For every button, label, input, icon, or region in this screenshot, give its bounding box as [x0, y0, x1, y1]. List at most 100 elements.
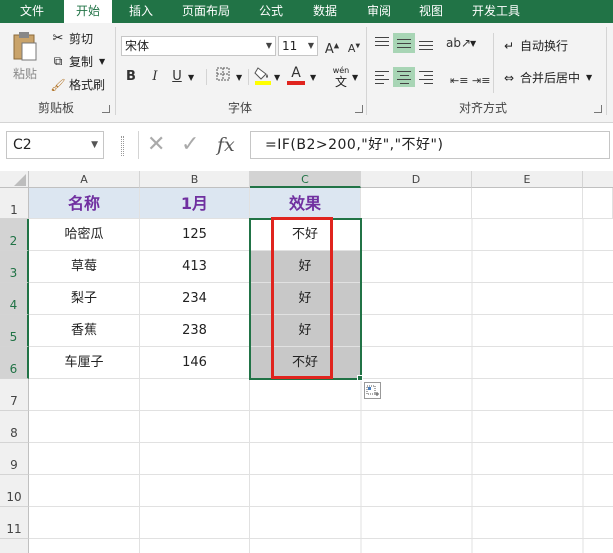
- align-right-icon: [419, 71, 433, 84]
- phonetic-icon: 文: [334, 75, 347, 89]
- format-painter-button[interactable]: 🖌 格式刷: [50, 76, 105, 93]
- decrease-indent-button[interactable]: ⇤≡: [446, 67, 468, 87]
- alignment-launcher-icon[interactable]: [594, 105, 602, 113]
- paintbrush-icon: 🖌: [50, 77, 66, 92]
- row-header-11[interactable]: 11: [0, 507, 29, 539]
- column-header-a[interactable]: A: [29, 171, 140, 188]
- clipboard-launcher-icon[interactable]: [102, 105, 110, 113]
- resize-handle[interactable]: [121, 136, 124, 156]
- chevron-down-icon[interactable]: ▼: [352, 73, 358, 82]
- tab-insert[interactable]: 插入: [116, 0, 166, 23]
- select-all-triangle-icon: [14, 174, 26, 186]
- wrap-text-button[interactable]: ↵ 自动换行: [500, 37, 568, 54]
- align-top-button[interactable]: [371, 33, 393, 53]
- insert-function-icon[interactable]: fx: [217, 131, 235, 159]
- italic-button[interactable]: I: [144, 67, 166, 87]
- underline-button[interactable]: U: [166, 67, 188, 87]
- quick-analysis-icon: [366, 385, 379, 396]
- column-header-c[interactable]: C: [250, 171, 361, 188]
- align-center-icon: [397, 71, 411, 84]
- phonetic-guide-button[interactable]: wén 文: [330, 66, 352, 88]
- copy-button[interactable]: ⧉ 复制 ▼: [50, 53, 105, 70]
- row-header-4[interactable]: 4: [0, 283, 29, 315]
- increase-indent-button[interactable]: ⇥≡: [468, 67, 490, 87]
- paint-bucket-icon: [254, 67, 271, 85]
- grow-font-icon: A▲: [324, 42, 340, 58]
- align-right-button[interactable]: [415, 67, 437, 87]
- chevron-down-icon[interactable]: ▼: [470, 39, 476, 48]
- enter-check-icon[interactable]: ✓: [181, 131, 199, 159]
- row-header-filler: [0, 539, 29, 553]
- row-header-9[interactable]: 9: [0, 443, 29, 475]
- font-color-icon: A: [291, 65, 301, 81]
- cell-f1[interactable]: [583, 188, 613, 219]
- ribbon-separator: [493, 33, 494, 93]
- tab-file[interactable]: 文件: [0, 0, 64, 23]
- align-left-button[interactable]: [371, 67, 393, 87]
- row-header-10[interactable]: 10: [0, 475, 29, 507]
- font-size-value: 11: [282, 39, 298, 53]
- cell-d1[interactable]: [361, 188, 472, 219]
- chevron-down-icon[interactable]: ▼: [188, 73, 194, 82]
- name-box[interactable]: C2 ▼: [6, 131, 104, 159]
- cell-b1[interactable]: 1月: [140, 188, 250, 219]
- tab-home[interactable]: 开始: [64, 0, 112, 24]
- font-color-button[interactable]: A: [285, 65, 307, 85]
- row-header-6[interactable]: 6: [0, 347, 29, 379]
- chevron-down-icon[interactable]: ▼: [236, 73, 242, 82]
- quick-analysis-button[interactable]: [364, 382, 381, 399]
- column-header-b[interactable]: B: [140, 171, 250, 188]
- bold-button[interactable]: B: [120, 67, 142, 87]
- chevron-down-icon: ▼: [99, 57, 106, 66]
- align-middle-button[interactable]: [393, 33, 415, 53]
- font-name-select[interactable]: 宋体 ▼: [121, 36, 276, 56]
- shrink-font-button[interactable]: A▼: [343, 36, 365, 56]
- font-size-select[interactable]: 11 ▼: [278, 36, 318, 56]
- row-header-3[interactable]: 3: [0, 251, 29, 283]
- orientation-button[interactable]: ab↗: [446, 33, 471, 53]
- select-all-corner[interactable]: [0, 171, 29, 188]
- font-launcher-icon[interactable]: [355, 105, 363, 113]
- align-bottom-button[interactable]: [415, 33, 437, 53]
- fill-color-button[interactable]: [252, 65, 274, 85]
- cell-a1[interactable]: 名称: [29, 188, 140, 219]
- row-header-7[interactable]: 7: [0, 379, 29, 411]
- paste-button[interactable]: 粘贴: [10, 31, 40, 82]
- cut-button[interactable]: ✂ 剪切: [50, 30, 93, 47]
- cell-e1[interactable]: [472, 188, 583, 219]
- wrap-text-icon: ↵: [503, 38, 515, 53]
- row-header-1[interactable]: 1: [0, 188, 29, 219]
- column-header-f[interactable]: [583, 171, 613, 188]
- tab-formulas[interactable]: 公式: [248, 0, 294, 23]
- formula-bar: C2 ▼ ✕ ✓ fx =IF(B2>200,"好","不好"): [0, 124, 613, 168]
- merge-center-label: 合并后居中: [520, 71, 581, 85]
- chevron-down-icon: ▼: [91, 140, 98, 150]
- align-center-button[interactable]: [393, 67, 415, 87]
- formula-input[interactable]: =IF(B2>200,"好","不好"): [250, 131, 610, 159]
- tab-review[interactable]: 审阅: [356, 0, 402, 23]
- decrease-indent-icon: ⇤≡: [450, 74, 469, 87]
- column-header-d[interactable]: D: [361, 171, 472, 188]
- row-header-2[interactable]: 2: [0, 219, 29, 251]
- empty-cells-gridlines[interactable]: [29, 219, 613, 553]
- tab-developer[interactable]: 开发工具: [462, 0, 530, 23]
- cut-label: 剪切: [69, 32, 94, 46]
- fill-handle[interactable]: [357, 375, 363, 381]
- align-left-icon: [375, 71, 389, 84]
- chevron-down-icon[interactable]: ▼: [274, 73, 280, 82]
- tab-data[interactable]: 数据: [302, 0, 348, 23]
- row-header-5[interactable]: 5: [0, 315, 29, 347]
- column-header-e[interactable]: E: [472, 171, 583, 188]
- formula-tools: ✕ ✓ fx: [138, 131, 246, 159]
- grow-font-button[interactable]: A▲: [321, 36, 343, 58]
- chevron-down-icon[interactable]: ▼: [310, 73, 316, 82]
- alignment-group-label: 对齐方式: [458, 101, 507, 115]
- tab-view[interactable]: 视图: [408, 0, 454, 23]
- cell-c1[interactable]: 效果: [250, 188, 361, 219]
- borders-button[interactable]: [212, 67, 234, 87]
- tab-page-layout[interactable]: 页面布局: [172, 0, 240, 23]
- row-header-8[interactable]: 8: [0, 411, 29, 443]
- cancel-icon[interactable]: ✕: [147, 131, 165, 159]
- align-top-icon: [375, 37, 389, 46]
- merge-center-button[interactable]: ⇔ 合并后居中 ▼: [500, 69, 592, 86]
